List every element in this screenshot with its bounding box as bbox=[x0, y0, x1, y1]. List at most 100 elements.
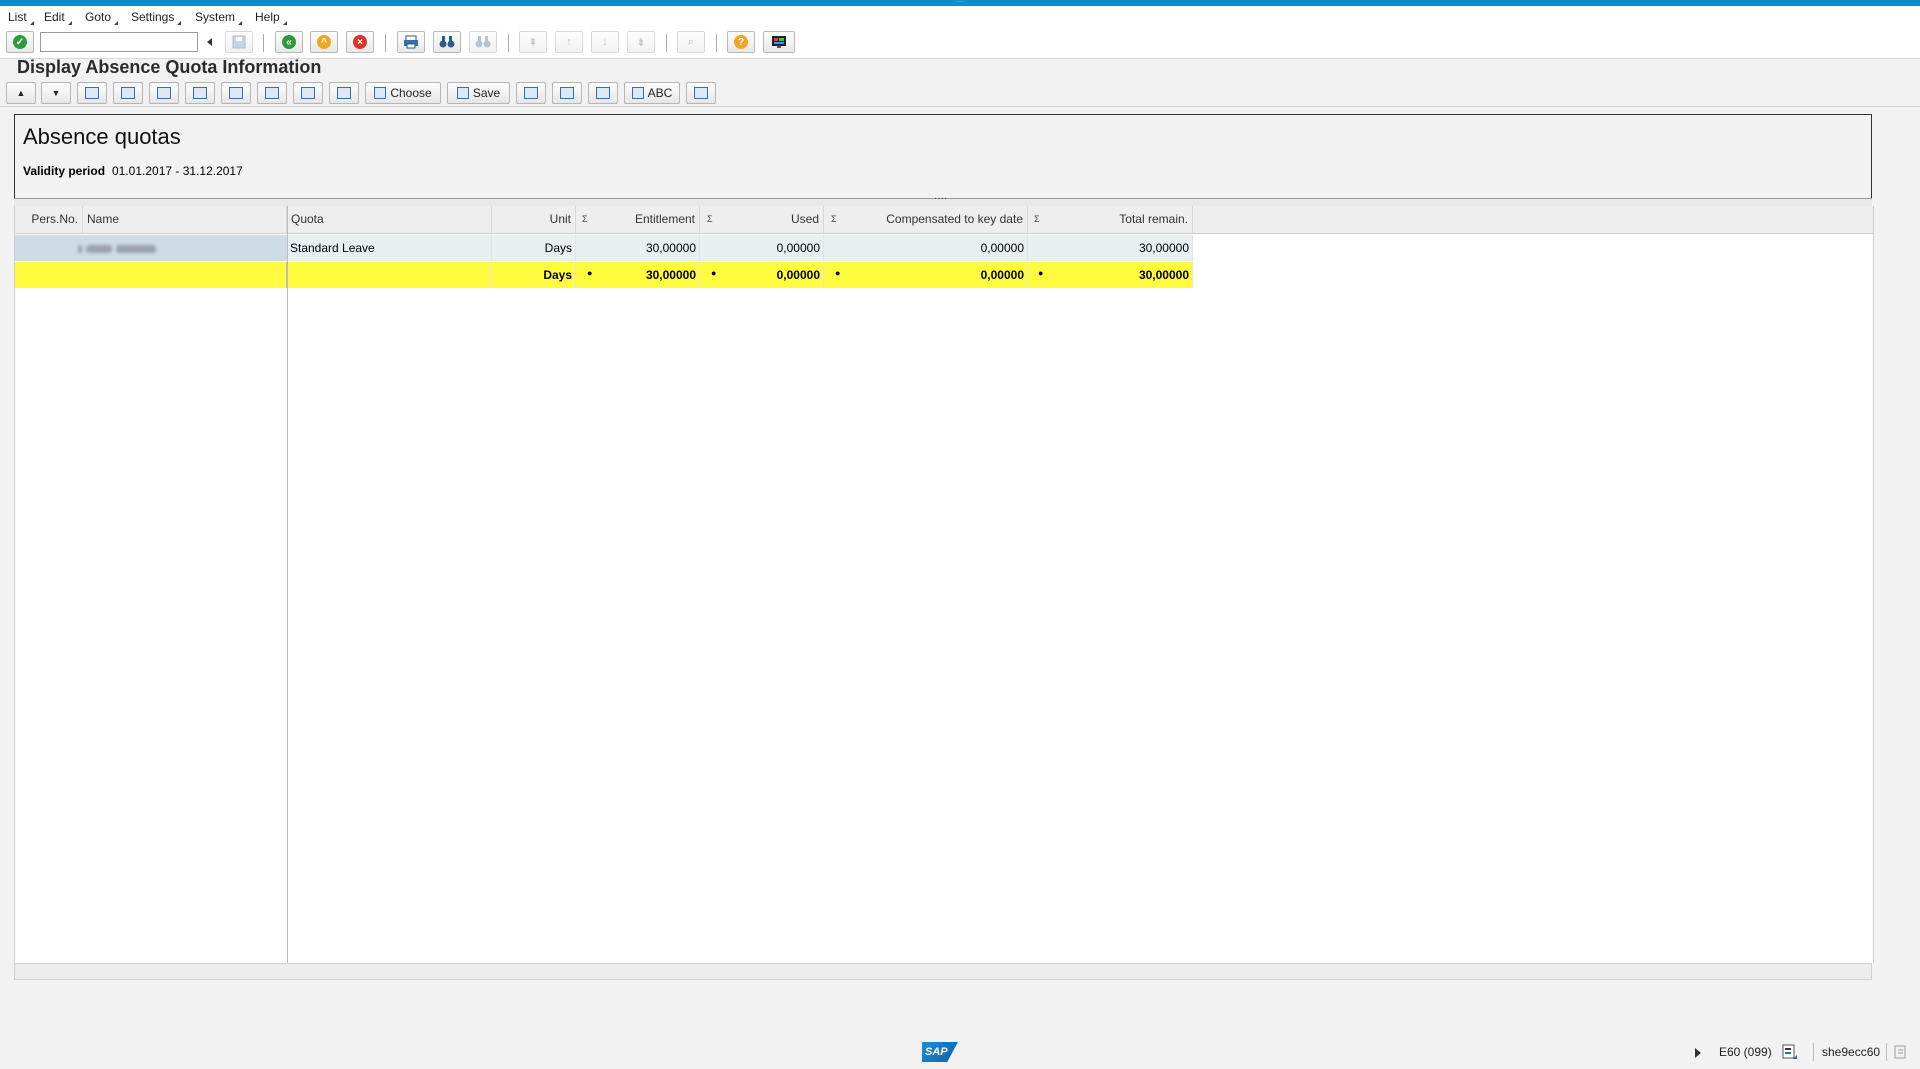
choose-label: Choose bbox=[390, 86, 432, 100]
col-unit[interactable]: Unit bbox=[492, 206, 576, 233]
menu-edit[interactable]: Edit bbox=[44, 10, 72, 25]
table-row[interactable]: Standard Leave Days 30,00000 0,00000 0,0… bbox=[15, 235, 1193, 261]
find-button[interactable] bbox=[433, 31, 461, 53]
layout-button[interactable] bbox=[293, 82, 323, 104]
menu-list-arrow-icon bbox=[29, 21, 34, 25]
status-expand-arrow-icon[interactable] bbox=[1695, 1048, 1701, 1058]
abc-analysis-button[interactable]: ABC bbox=[624, 82, 680, 104]
menu-settings-arrow-icon bbox=[177, 21, 182, 25]
menu-list[interactable]: List bbox=[8, 10, 34, 25]
abc-icon bbox=[631, 87, 644, 99]
menu-settings[interactable]: Settings bbox=[131, 10, 182, 25]
filter-icon bbox=[229, 87, 243, 99]
menu-goto[interactable]: Goto bbox=[85, 10, 119, 25]
customize-layout-button[interactable] bbox=[763, 31, 795, 53]
exit-button[interactable]: ^ bbox=[310, 31, 338, 53]
last-page-button[interactable]: ⇟ bbox=[627, 31, 655, 53]
total-button[interactable] bbox=[149, 82, 179, 104]
first-page-icon: ⇞ bbox=[528, 36, 538, 49]
enter-button[interactable]: ✓ bbox=[6, 31, 34, 53]
choose-icon bbox=[374, 87, 387, 99]
help-icon: ? bbox=[734, 35, 748, 49]
sum-icon: Σ bbox=[582, 214, 588, 224]
find-next-button[interactable] bbox=[469, 31, 497, 53]
save-toolbar-button[interactable] bbox=[225, 31, 253, 53]
cancel-icon: × bbox=[353, 35, 367, 49]
triangle-down-icon: ▼ bbox=[51, 88, 61, 98]
save-label: Save bbox=[472, 86, 501, 100]
col-pers-no[interactable]: Pers.No. bbox=[15, 206, 83, 233]
previous-page-button[interactable]: ↑ bbox=[555, 31, 583, 53]
total-marker-icon: ● bbox=[1038, 268, 1044, 278]
person-details-icon bbox=[85, 87, 99, 99]
details-button[interactable] bbox=[77, 82, 107, 104]
find-in-list-button[interactable] bbox=[113, 82, 143, 104]
command-field[interactable] bbox=[40, 32, 198, 52]
col-total-remain[interactable]: Total remain. bbox=[1028, 206, 1193, 233]
subtotal-button[interactable] bbox=[185, 82, 215, 104]
col-compensated[interactable]: Compensated to key date bbox=[824, 206, 1028, 233]
exit-icon: ^ bbox=[317, 35, 331, 49]
status-separator bbox=[1813, 1043, 1814, 1061]
copy-icon bbox=[337, 87, 351, 99]
create-session-button[interactable]: ⌕ bbox=[677, 31, 705, 53]
total-unit-cell: Days bbox=[492, 262, 576, 288]
command-history-arrow-icon[interactable] bbox=[207, 38, 212, 46]
menu-help[interactable]: Help bbox=[255, 10, 287, 25]
total-marker-icon: ● bbox=[835, 268, 841, 278]
total-used-cell: 0,00000 bbox=[700, 262, 824, 288]
total-compensated-cell: 0,00000 bbox=[824, 262, 1028, 288]
back-button[interactable]: « bbox=[275, 31, 303, 53]
redacted-name bbox=[86, 244, 112, 253]
horizontal-scrollbar[interactable] bbox=[14, 963, 1872, 980]
total-row[interactable]: Days 30,00000 0,00000 0,00000 30,00000 ●… bbox=[15, 262, 1193, 288]
system-info[interactable]: E60 (099) bbox=[1719, 1045, 1772, 1059]
name-cell bbox=[75, 235, 287, 261]
system-info-menu-icon[interactable] bbox=[1782, 1044, 1798, 1060]
send-button[interactable] bbox=[552, 82, 582, 104]
toolbar-separator bbox=[716, 34, 717, 52]
menu-edit-label: Edit bbox=[44, 10, 65, 24]
total-remain-sum-cell: 30,00000 bbox=[1028, 262, 1193, 288]
sort-descending-button[interactable]: ▼ bbox=[41, 82, 71, 104]
menu-list-label: List bbox=[8, 10, 27, 24]
grip-handle[interactable]: ···· bbox=[950, 0, 970, 5]
print-preview-button[interactable] bbox=[516, 82, 546, 104]
sort-ascending-button[interactable]: ▲ bbox=[6, 82, 36, 104]
total-marker-icon: ● bbox=[711, 268, 717, 278]
copy-button[interactable] bbox=[329, 82, 359, 104]
overtype-mode-icon[interactable] bbox=[1894, 1045, 1908, 1059]
total-remain-cell: 30,00000 bbox=[1028, 235, 1193, 261]
first-page-button[interactable]: ⇞ bbox=[519, 31, 547, 53]
filter-button[interactable] bbox=[221, 82, 251, 104]
menu-settings-label: Settings bbox=[131, 10, 175, 24]
col-entitlement[interactable]: Entitlement bbox=[576, 206, 700, 233]
subtotal-icon bbox=[193, 87, 207, 99]
back-icon: « bbox=[282, 35, 296, 49]
next-page-button[interactable]: ↓ bbox=[591, 31, 619, 53]
export-icon bbox=[265, 87, 279, 99]
monitor-icon bbox=[772, 36, 786, 48]
splitter-grip-icon: ···· bbox=[934, 193, 948, 204]
server-name: she9ecc60 bbox=[1822, 1045, 1881, 1059]
choose-button[interactable]: Choose bbox=[365, 82, 441, 104]
application-toolbar: ▲ ▼ Choose Save ABC bbox=[0, 80, 1920, 107]
save-button[interactable]: Save bbox=[447, 82, 510, 104]
menu-system-arrow-icon bbox=[238, 21, 243, 25]
check-icon: ✓ bbox=[13, 35, 27, 49]
help-button[interactable]: ? bbox=[727, 31, 755, 53]
print-button[interactable] bbox=[397, 31, 425, 53]
export-button[interactable] bbox=[257, 82, 287, 104]
triangle-up-icon: ▲ bbox=[16, 88, 26, 98]
col-used[interactable]: Used bbox=[700, 206, 824, 233]
toolbar-separator bbox=[666, 34, 667, 52]
unit-cell: Days bbox=[492, 235, 576, 261]
cancel-button[interactable]: × bbox=[346, 31, 374, 53]
sum-icon bbox=[157, 87, 171, 99]
col-name[interactable]: Name bbox=[83, 206, 287, 233]
print-preview-icon bbox=[524, 87, 538, 99]
calculator-button[interactable] bbox=[588, 82, 618, 104]
menu-system[interactable]: System bbox=[195, 10, 243, 25]
col-quota[interactable]: Quota bbox=[287, 206, 492, 233]
graphic-button[interactable] bbox=[686, 82, 716, 104]
